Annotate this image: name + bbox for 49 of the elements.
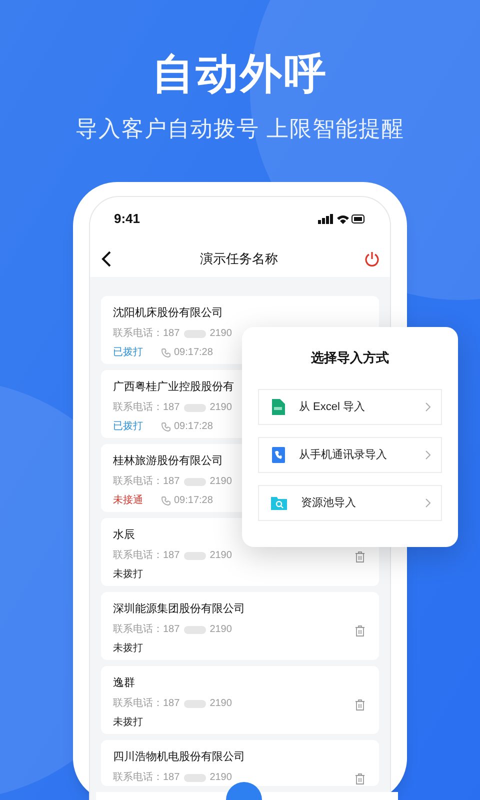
phone-label: 联系电话： [113,549,163,563]
call-status: 已拨打 [113,346,144,360]
phone-prefix: 187 [163,327,180,341]
import-option[interactable]: 从手机通讯录导入 [258,437,442,473]
call-status: 未拨打 [113,568,144,582]
company-name: 沈阳机床股份有限公司 [113,306,223,321]
company-name: 逸群 [113,676,135,691]
phone-label: 联系电话： [113,771,163,785]
status-time: 9:41 [114,210,140,228]
contact-card[interactable]: 逸群 联系电话：187 2190 未拨打 [101,666,379,734]
option-label: 从 Excel 导入 [299,400,366,415]
phone-prefix: 187 [163,475,180,489]
company-name: 桂林旅游股份有限公司 [113,454,223,469]
import-option[interactable]: 资源池导入 [258,485,442,521]
headline: 自动外呼 [152,49,328,99]
phone-label: 联系电话： [113,327,163,341]
call-time: 09:17:28 [174,420,213,434]
company-name: 水辰 [113,528,135,543]
phone-prefix: 187 [163,771,180,785]
phone-suffix: 2190 [210,771,232,785]
subtitle: 导入客户自动拨号 上限智能提醒 [75,115,405,143]
phone-suffix: 2190 [210,697,232,711]
contact-card[interactable]: 深圳能源集团股份有限公司 联系电话：187 2190 未拨打 [101,592,379,660]
option-label: 资源池导入 [301,496,357,511]
phone-prefix: 187 [163,549,180,563]
import-option[interactable]: 从 Excel 导入 [258,389,442,425]
call-status: 未拨打 [113,642,144,656]
call-time: 09:17:28 [174,494,213,508]
call-time: 09:17:28 [174,346,213,360]
company-name: 深圳能源集团股份有限公司 [113,602,245,617]
phone-prefix: 187 [163,623,180,637]
phone-suffix: 2190 [210,549,232,563]
company-name: 广西粤桂广业控股股份有 [113,380,234,395]
phone-suffix: 2190 [210,401,232,415]
call-status: 已拨打 [113,420,144,434]
contact-card[interactable]: 四川浩物机电股份有限公司 联系电话：187 2190 [101,740,379,786]
phone-label: 联系电话： [113,623,163,637]
nav-title: 演示任务名称 [200,250,278,268]
phone-suffix: 2190 [210,327,232,341]
call-status: 未拨打 [113,716,144,730]
phone-label: 联系电话： [113,697,163,711]
phone-label: 联系电话： [113,475,163,489]
phone-suffix: 2190 [210,623,232,637]
phone-prefix: 187 [163,401,180,415]
phone-label: 联系电话： [113,401,163,415]
company-name: 四川浩物机电股份有限公司 [113,750,245,765]
phone-suffix: 2190 [210,475,232,489]
call-status: 未接通 [113,494,144,508]
phone-prefix: 187 [163,697,180,711]
